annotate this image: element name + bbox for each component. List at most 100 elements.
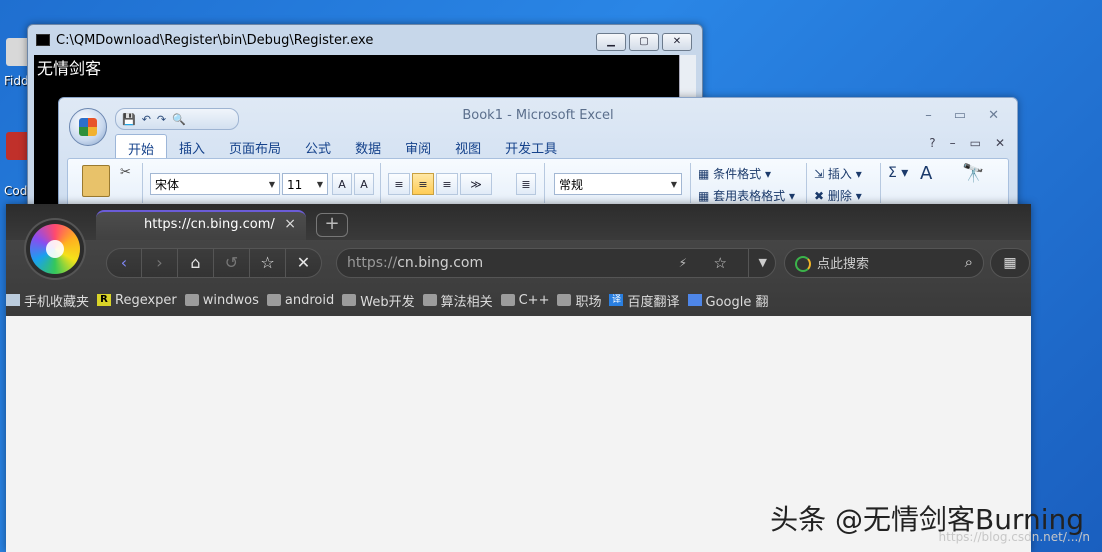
bookmark-label: C++ <box>518 292 550 308</box>
tab-formulas[interactable]: 公式 <box>293 134 343 161</box>
insert-label: 插入 <box>827 167 852 181</box>
bookmark-folder[interactable]: android <box>266 293 342 308</box>
orientation-button[interactable]: ≫ <box>460 173 492 195</box>
font-size-value: 11 <box>287 178 303 192</box>
address-bar[interactable]: https://cn.bing.com ⚡ ☆ ▼ <box>336 248 776 278</box>
cut-icon[interactable]: ✂ <box>120 165 131 180</box>
console-window-controls: ▁ ▢ ✕ <box>596 33 692 51</box>
folder-icon <box>342 294 357 306</box>
regexper-icon: R <box>97 294 112 306</box>
tab-review[interactable]: 审阅 <box>393 134 443 161</box>
desktop-icon-label: Cod <box>4 184 28 198</box>
align-bottom-button[interactable]: ≡ <box>436 173 458 195</box>
bookmark-item[interactable]: 手机收藏夹 <box>6 291 97 310</box>
bookmark-folder[interactable]: 算法相关 <box>422 291 501 310</box>
tab-title: https://cn.bing.com/ <box>144 217 275 232</box>
browser-tab[interactable]: https://cn.bing.com/ × <box>96 210 306 240</box>
folder-icon <box>557 294 572 306</box>
maximize-button[interactable]: ▭ <box>954 108 966 123</box>
close-button[interactable]: ✕ <box>662 33 692 51</box>
address-host: cn.bing.com <box>397 255 484 271</box>
folder-icon <box>500 294 515 306</box>
align-middle-button[interactable]: ≡ <box>412 173 434 195</box>
apps-grid-button[interactable]: ▦ <box>990 248 1030 278</box>
forward-icon[interactable]: › <box>142 248 178 278</box>
mobile-favorites-icon <box>6 294 20 306</box>
bookmarks-bar: 手机收藏夹 R Regexper windwos android Web开发 算法… <box>6 288 776 312</box>
ribbon-close-icon[interactable]: ✕ <box>995 136 1005 150</box>
chevron-down-icon: ▼ <box>316 180 323 189</box>
ribbon-minimize-icon[interactable]: – <box>950 136 956 150</box>
star-icon[interactable]: ☆ <box>714 249 727 277</box>
increase-font-button[interactable]: A <box>332 173 352 195</box>
chevron-down-icon[interactable]: ▼ <box>747 249 767 277</box>
bookmark-folder[interactable]: Web开发 <box>342 291 422 310</box>
delete-cells-button[interactable]: ✖ 删除 ▾ <box>814 187 862 204</box>
ribbon-divider <box>544 163 545 203</box>
insert-cells-button[interactable]: ⇲ 插入 ▾ <box>814 165 862 182</box>
excel-title: Book1 - Microsoft Excel <box>462 108 614 123</box>
autosum-icon[interactable]: Σ ▾ <box>888 165 908 181</box>
lightning-icon[interactable]: ⚡ <box>679 249 687 277</box>
number-format-value: 常规 <box>559 178 584 192</box>
align-top-button[interactable]: ≡ <box>388 173 410 195</box>
font-size-select[interactable]: 11 ▼ <box>282 173 328 195</box>
close-tab-icon[interactable]: × <box>284 216 296 232</box>
search-icon[interactable]: ⌕ <box>965 253 973 271</box>
bookmark-item[interactable]: Google 翻 <box>687 291 777 310</box>
bookmark-item[interactable]: R Regexper <box>97 293 185 308</box>
decrease-font-button[interactable]: A <box>354 173 374 195</box>
tab-home[interactable]: 开始 <box>115 134 168 161</box>
font-name-select[interactable]: 宋体 ▼ <box>150 173 280 195</box>
help-icon[interactable]: ? <box>929 136 935 150</box>
new-tab-button[interactable]: + <box>316 213 348 237</box>
tab-data[interactable]: 数据 <box>343 134 393 161</box>
watermark: 头条 @无情剑客Burning <box>770 503 1084 536</box>
bookmark-folder[interactable]: windwos <box>184 293 267 308</box>
sort-filter-icon[interactable]: A <box>920 163 932 184</box>
desktop-icon-label: Fidd <box>4 74 29 88</box>
bookmark-item[interactable]: 译百度翻译 <box>609 291 687 310</box>
find-select-icon[interactable]: 🔭 <box>962 163 984 184</box>
browser-chrome: https://cn.bing.com/ × + ‹ › ⌂ ↺ ☆ ✕ htt… <box>6 204 1031 316</box>
browser-logo-icon[interactable] <box>30 224 80 274</box>
bookmark-folder[interactable]: 职场 <box>557 291 609 310</box>
maximize-button[interactable]: ▢ <box>629 33 659 51</box>
bookmark-folder[interactable]: C++ <box>500 292 558 308</box>
conditional-format-button[interactable]: ▦ 条件格式 ▾ <box>698 165 771 182</box>
bookmark-label: 职场 <box>575 294 602 310</box>
stop-icon[interactable]: ✕ <box>286 248 322 278</box>
paste-icon[interactable] <box>82 165 110 197</box>
back-icon[interactable]: ‹ <box>106 248 142 278</box>
folder-icon <box>266 294 281 306</box>
bookmark-label: 算法相关 <box>440 294 493 310</box>
minimize-button[interactable]: ▁ <box>596 33 626 51</box>
ribbon-divider <box>380 163 381 203</box>
tab-insert[interactable]: 插入 <box>167 134 217 161</box>
address-scheme: https:// <box>347 255 398 271</box>
folder-icon <box>184 294 199 306</box>
close-button[interactable]: ✕ <box>988 108 999 123</box>
search-box[interactable]: ⌕ <box>784 248 984 278</box>
tab-strip: https://cn.bing.com/ × + <box>6 204 1031 240</box>
refresh-icon[interactable]: ↺ <box>214 248 250 278</box>
number-format-select[interactable]: 常规 ▼ <box>554 173 682 195</box>
chevron-down-icon: ▼ <box>268 180 275 189</box>
tab-view[interactable]: 视图 <box>443 134 493 161</box>
search-input[interactable] <box>815 253 949 275</box>
ribbon-divider <box>806 163 807 203</box>
bookmark-label: Web开发 <box>360 294 415 310</box>
ribbon-divider <box>880 163 881 203</box>
tab-page-layout[interactable]: 页面布局 <box>217 134 293 161</box>
font-name-value: 宋体 <box>155 178 180 192</box>
home-icon[interactable]: ⌂ <box>178 248 214 278</box>
ribbon-controls: ? – ▭ ✕ <box>929 136 1005 150</box>
table-format-button[interactable]: ▦ 套用表格格式 ▾ <box>698 187 795 204</box>
tab-developer[interactable]: 开发工具 <box>493 134 569 161</box>
favorite-icon[interactable]: ☆ <box>250 248 286 278</box>
minimize-button[interactable]: – <box>925 108 932 123</box>
search-engine-icon <box>795 256 811 272</box>
table-format-label: 套用表格格式 <box>713 189 786 203</box>
ribbon-restore-icon[interactable]: ▭ <box>970 136 981 150</box>
wrap-text-button[interactable]: ≣ <box>516 173 536 195</box>
